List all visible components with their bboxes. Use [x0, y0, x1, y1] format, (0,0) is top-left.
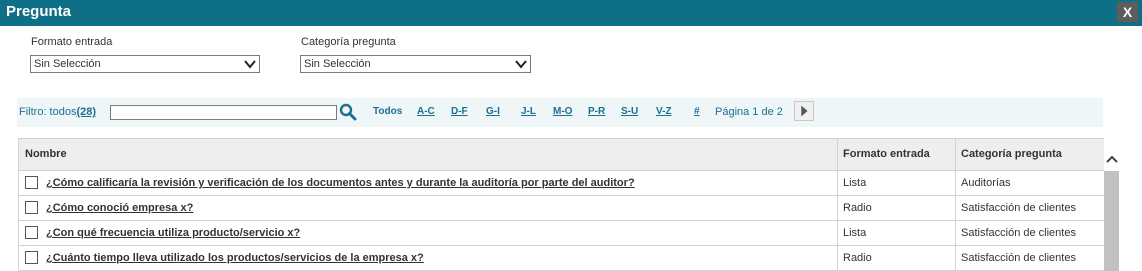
table-row[interactable]: ¿Cuánto tiempo lleva utilizado los produ… [19, 246, 1105, 271]
letter-filter-v-z[interactable]: V-Z [656, 106, 672, 117]
letter-filter-j-l[interactable]: J-L [521, 106, 536, 117]
format-cell: Radio [843, 252, 872, 264]
chevron-down-icon [244, 60, 256, 69]
row-checkbox[interactable] [25, 251, 38, 264]
filter-bar: Filtro: todos(28) Todos A-C D-F G-I J-L … [17, 98, 1103, 127]
category-cell: Satisfacción de clientes [961, 202, 1076, 214]
dialog-title: Pregunta [6, 3, 72, 20]
table-row[interactable]: ¿Cómo calificaría la revisión y verifica… [19, 171, 1105, 196]
dialog-titlebar: Pregunta X [0, 0, 1142, 26]
categoria-pregunta-label: Categoría pregunta [301, 36, 396, 48]
filter-summary: Filtro: todos(28) [19, 106, 96, 118]
categoria-pregunta-value: Sin Selección [304, 58, 371, 70]
letter-filter-a-c[interactable]: A-C [417, 106, 435, 117]
category-cell: Auditorías [961, 177, 1011, 189]
filter-count-link[interactable]: (28) [76, 106, 96, 118]
search-icon[interactable] [339, 103, 357, 121]
formato-entrada-label: Formato entrada [31, 36, 113, 48]
close-button[interactable]: X [1117, 2, 1138, 22]
column-header-nombre[interactable]: Nombre [19, 138, 837, 171]
formato-entrada-select[interactable]: Sin Selección [30, 55, 260, 73]
chevron-right-icon [801, 105, 808, 117]
letter-filter-m-o[interactable]: M-O [553, 106, 572, 117]
format-cell: Radio [843, 202, 872, 214]
filter-search-input[interactable] [110, 105, 337, 120]
row-checkbox[interactable] [25, 176, 38, 189]
column-divider [955, 138, 956, 271]
filter-prefix: Filtro: todos [19, 106, 77, 118]
table-row[interactable]: ¿Con qué frecuencia utiliza producto/ser… [19, 221, 1105, 246]
letter-filter-p-r[interactable]: P-R [588, 106, 605, 117]
scrollbar-thumb[interactable] [1104, 171, 1119, 271]
chevron-up-icon[interactable] [1104, 150, 1120, 168]
pagination-text: Página 1 de 2 [715, 106, 783, 118]
letter-filter-hash[interactable]: # [694, 106, 700, 117]
format-cell: Lista [843, 177, 867, 189]
formato-entrada-value: Sin Selección [34, 58, 101, 70]
question-link[interactable]: ¿Cómo calificaría la revisión y verifica… [46, 171, 635, 195]
table-row[interactable]: ¿Cómo conoció empresa x? Radio Satisfacc… [19, 196, 1105, 221]
categoria-pregunta-select[interactable]: Sin Selección [300, 55, 531, 73]
category-cell: Satisfacción de clientes [961, 252, 1076, 264]
chevron-down-icon [515, 60, 527, 69]
category-cell: Satisfacción de clientes [961, 227, 1076, 239]
row-checkbox[interactable] [25, 226, 38, 239]
format-cell: Lista [843, 227, 867, 239]
question-link[interactable]: ¿Cómo conoció empresa x? [46, 196, 193, 220]
question-link[interactable]: ¿Cuánto tiempo lleva utilizado los produ… [46, 246, 424, 270]
letter-filter-g-i[interactable]: G-I [486, 106, 500, 117]
row-checkbox[interactable] [25, 201, 38, 214]
questions-table: Nombre Formato entrada Categoría pregunt… [18, 138, 1105, 271]
letter-filter-todos[interactable]: Todos [373, 106, 402, 117]
letter-filter-s-u[interactable]: S-U [621, 106, 638, 117]
letter-filter-d-f[interactable]: D-F [451, 106, 468, 117]
column-divider [837, 138, 838, 271]
next-page-button[interactable] [794, 101, 814, 121]
column-header-categoria[interactable]: Categoría pregunta [955, 138, 1105, 171]
question-link[interactable]: ¿Con qué frecuencia utiliza producto/ser… [46, 221, 300, 245]
column-header-formato[interactable]: Formato entrada [837, 138, 955, 171]
